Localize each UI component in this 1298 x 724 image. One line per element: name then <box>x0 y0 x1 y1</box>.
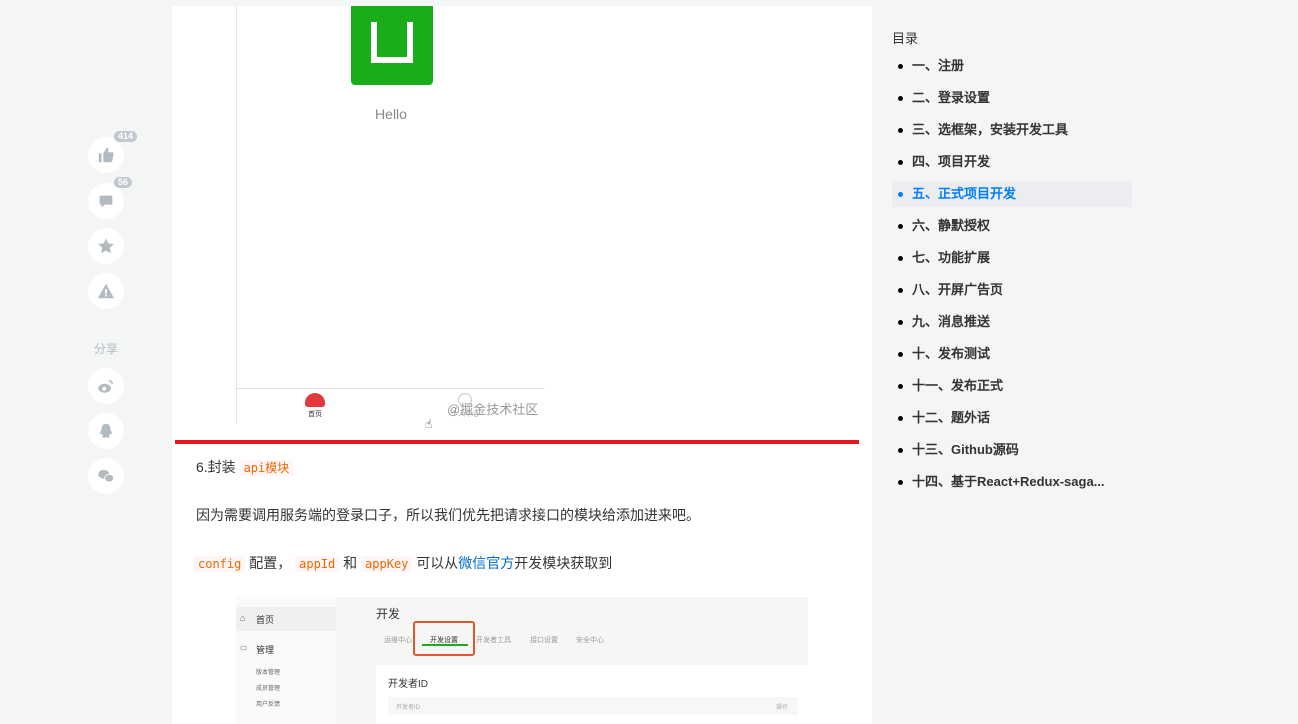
console-side-sub: 用户反馈 <box>256 702 281 708</box>
console-title: 开发 <box>376 607 401 621</box>
tab-home: 首页 <box>303 393 327 419</box>
share-wechat-button[interactable] <box>88 458 124 494</box>
watermark: @掘金技术社区 <box>447 402 539 417</box>
paragraph: config 配置， appId 和 appKey 可以从微信官方开发模块获取到 <box>194 553 612 574</box>
console-side-home: ⌂ 首页 <box>236 607 336 631</box>
like-count-badge: 414 <box>114 131 138 142</box>
console-side-sub: 成员管理 <box>256 686 281 692</box>
toc-item[interactable]: 三、选框架，安装开发工具 <box>892 114 1132 146</box>
toc-item[interactable]: 六、静默授权 <box>892 210 1132 242</box>
share-qq-button[interactable] <box>88 413 124 449</box>
highlight-box <box>413 621 475 656</box>
monitor-icon: ▭ <box>240 643 248 652</box>
toc-item[interactable]: 十二、题外话 <box>892 402 1132 434</box>
inline-code: config <box>194 556 246 572</box>
console-side-sub: 版本管理 <box>256 670 281 676</box>
inline-code: api模块 <box>239 460 294 476</box>
toc-item[interactable]: 十一、发布正式 <box>892 370 1132 402</box>
home-icon: ⌂ <box>240 613 246 623</box>
console-main: 开发 运维中心 开发设置 开发者工具 接口设置 安全中心 开发者ID 开发者ID… <box>336 597 808 724</box>
inline-code: appKey <box>361 556 413 572</box>
table-of-contents: 目录 一、注册 二、登录设置 三、选框架，安装开发工具 四、项目开发五、正式项目开发六… <box>872 6 1298 724</box>
toc-item[interactable]: 四、项目开发 <box>892 146 1132 178</box>
inline-code: appId <box>295 556 340 572</box>
comment-button[interactable]: 56 <box>88 177 133 219</box>
toc-title: 目录 <box>892 31 919 46</box>
console-screenshot: ⌂ 首页 ▭ 管理 版本管理 成员管理 用户反馈 开发 运维中心 开发设置 开发者工… <box>236 597 808 724</box>
favorite-button[interactable] <box>88 228 124 264</box>
toc-item[interactable]: 十四、基于React+Redux-saga... <box>892 466 1132 498</box>
toc-item[interactable]: 九、消息推送 <box>892 306 1132 338</box>
toc-item[interactable]: 十三、Github源码 <box>892 434 1132 466</box>
article-content: Hello 首页 个人中心 @掘金技术社区 ☝ 6.封装 api模块 因为需要调… <box>172 6 872 724</box>
home-icon <box>305 393 325 407</box>
console-table-row: 开发者ID 操作 <box>388 697 798 715</box>
report-button[interactable] <box>88 273 124 309</box>
toc-item[interactable]: 五、正式项目开发 <box>892 181 1132 207</box>
red-divider-line <box>175 440 859 444</box>
active-tab-underline <box>422 644 468 646</box>
wechat-icon <box>98 469 115 483</box>
miniapp-tabbar: 首页 个人中心 @掘金技术社区 ☝ <box>237 388 545 431</box>
share-label: 分享 <box>93 342 118 356</box>
wechat-official-link[interactable]: 微信官方 <box>458 555 514 571</box>
report-icon <box>97 283 115 299</box>
console-side-manage: ▭ 管理 <box>240 643 275 655</box>
console-sidebar: ⌂ 首页 ▭ 管理 版本管理 成员管理 用户反馈 <box>236 597 336 724</box>
qq-icon <box>100 423 112 438</box>
console-panel: 开发者ID 开发者ID 操作 <box>376 665 808 724</box>
hello-text: Hello <box>375 106 407 122</box>
paragraph: 因为需要调用服务端的登录口子，所以我们优先把请求接口的模块给添加进来吧。 <box>196 507 700 523</box>
star-icon <box>98 238 114 254</box>
toc-item[interactable]: 八、开屏广告页 <box>892 274 1132 306</box>
thumbs-up-icon <box>98 147 114 163</box>
toc-list: 一、注册 二、登录设置 三、选框架，安装开发工具 四、项目开发五、正式项目开发六、静默… <box>892 50 1132 498</box>
toc-item[interactable]: 二、登录设置 <box>892 82 1132 114</box>
toc-item[interactable]: 七、功能扩展 <box>892 242 1132 274</box>
toc-item[interactable]: 一、注册 <box>892 50 1132 82</box>
weibo-icon <box>98 379 114 393</box>
comment-icon <box>99 195 113 208</box>
like-button[interactable]: 414 <box>88 131 138 173</box>
share-weibo-button[interactable] <box>88 368 124 404</box>
hand-cursor-icon: ☝ <box>425 417 433 431</box>
miniapp-screenshot: Hello 首页 个人中心 @掘金技术社区 ☝ <box>236 6 545 431</box>
comment-count-badge: 56 <box>114 177 133 188</box>
step-heading: 6.封装 api模块 <box>196 457 294 478</box>
toc-item[interactable]: 十、发布测试 <box>892 338 1132 370</box>
app-logo <box>351 6 433 85</box>
